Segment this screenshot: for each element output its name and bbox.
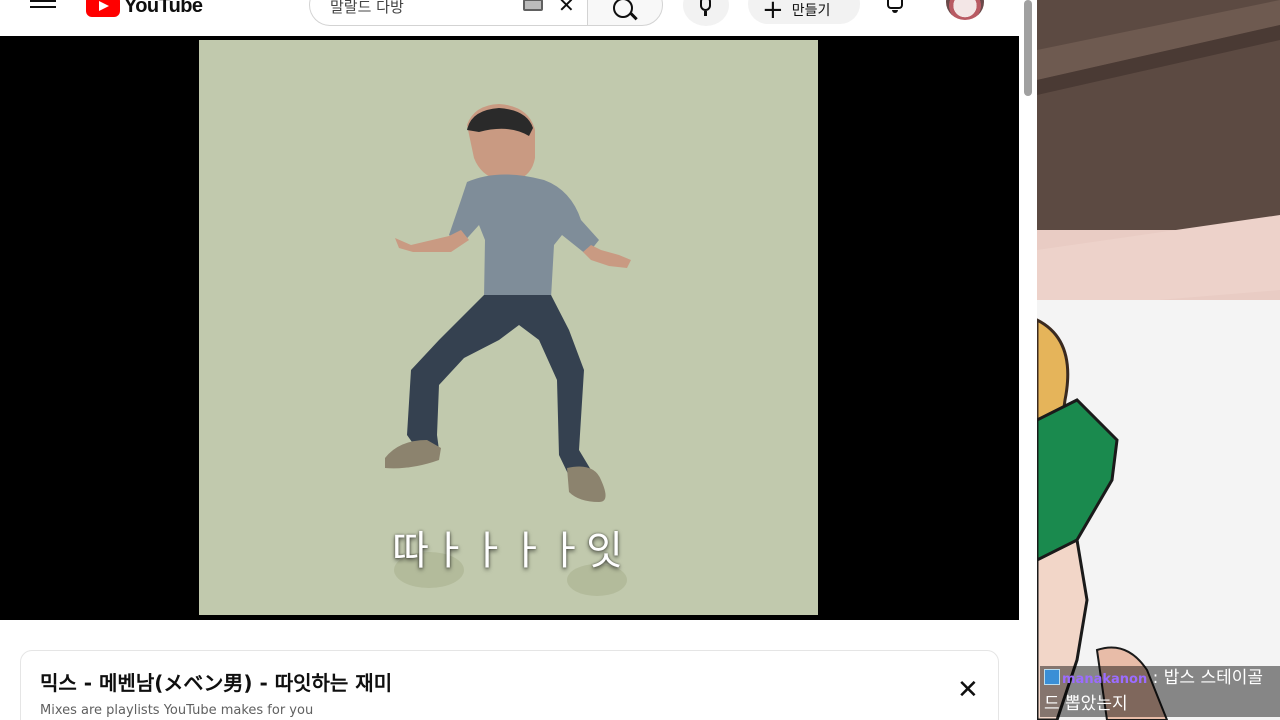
youtube-play-icon [86,0,120,17]
video-subtitle: 따ㅏㅏㅏㅏ잇 [392,528,625,574]
create-button[interactable]: + 만들기 [748,0,860,24]
chat-badge-icon [1044,669,1060,685]
logo-text: YouTube [124,0,203,17]
notifications-icon[interactable] [884,0,906,14]
microphone-icon [700,0,711,11]
video-frame[interactable]: 따ㅏㅏㅏㅏ잇 [199,40,818,615]
search-box[interactable]: ✕ [309,0,587,26]
clear-search-icon[interactable]: ✕ [558,0,575,15]
close-icon[interactable]: ✕ [957,677,979,703]
youtube-logo[interactable]: YouTube [86,0,203,18]
bell-clapper [892,10,898,13]
video-player[interactable]: 따ㅏㅏㅏㅏ잇 [0,36,1019,620]
microphone-icon-stem [704,11,707,16]
youtube-page: YouTube ✕ + 만들기 [0,0,1037,720]
playlist-title[interactable]: 믹스 - 메벤남(メベン男) - 따잇하는 재미 [40,667,392,696]
chat-separator: : [1147,668,1164,688]
anime-character-illustration [1037,0,1280,720]
account-avatar[interactable] [946,0,984,20]
masthead: YouTube ✕ + 만들기 [0,0,1019,36]
create-label: 만들기 [791,3,831,19]
search-icon-handle [630,12,638,20]
search-input[interactable] [330,0,510,15]
bell-dome [887,0,903,9]
chat-username: manakanon [1062,672,1148,687]
voice-search-button[interactable] [683,0,729,26]
search-icon [613,0,633,18]
menu-icon[interactable] [30,0,56,14]
playlist-subtitle: Mixes are playlists YouTube makes for yo… [40,703,314,718]
scrollbar[interactable] [1019,0,1037,720]
keyboard-icon[interactable] [523,0,543,11]
stream-overlay-artwork [1037,0,1280,720]
scrollbar-thumb[interactable] [1024,0,1032,96]
chat-message: manakanon : 밥스 스테이골드 뽑았는지 [1040,666,1280,717]
search-button[interactable] [587,0,663,26]
mix-playlist-panel: 믹스 - 메벤남(メベン男) - 따잇하는 재미 Mixes are playl… [20,650,999,720]
plus-icon: + [762,0,784,25]
